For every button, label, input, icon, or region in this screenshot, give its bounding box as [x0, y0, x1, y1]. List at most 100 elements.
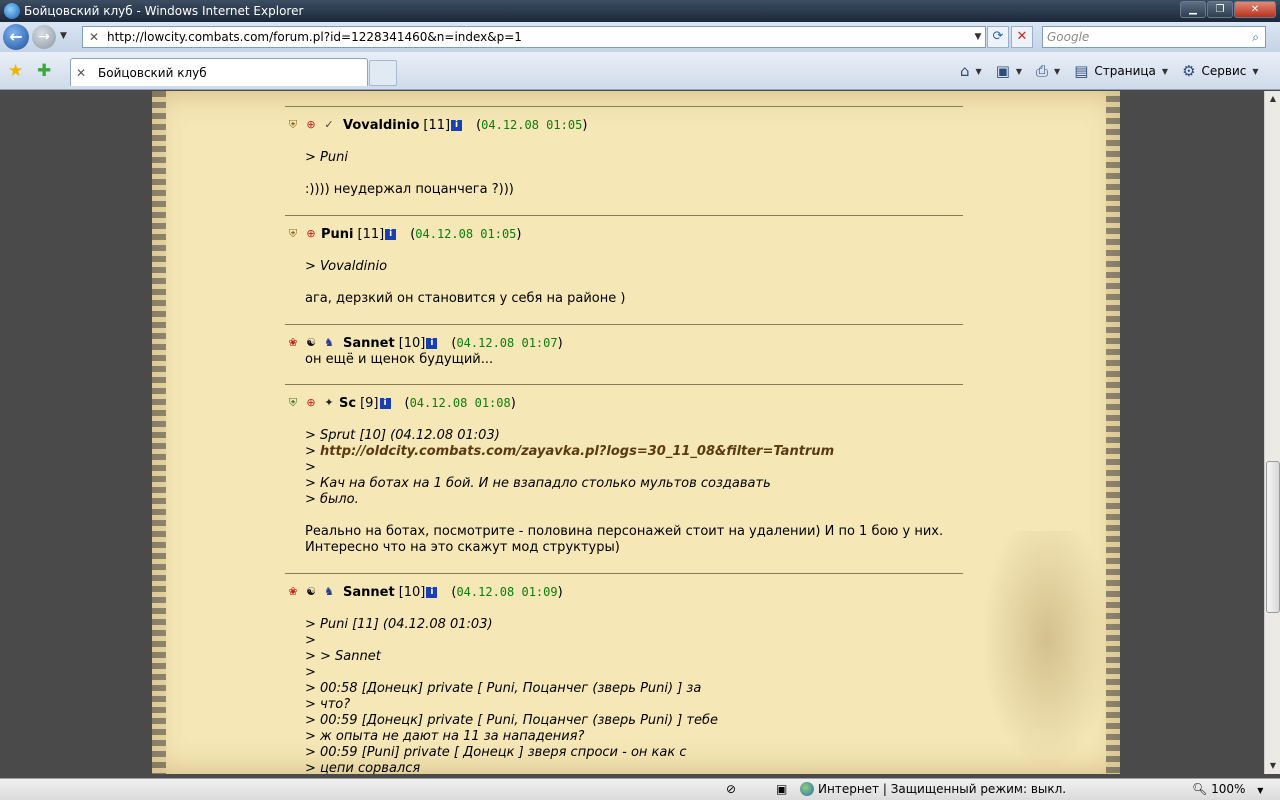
- scroll-thumb[interactable]: [1266, 461, 1280, 613]
- search-input[interactable]: Google ⌕: [1042, 26, 1266, 48]
- rank-icon[interactable]: ✦: [321, 396, 337, 410]
- author-info-icon[interactable]: i: [385, 228, 397, 240]
- post-body: > Puni [11] (04.12.08 01:03) > > > Sanne…: [285, 617, 963, 774]
- gear-icon[interactable]: ⚙: [1182, 62, 1195, 80]
- clan-icon[interactable]: ♞: [321, 336, 337, 350]
- address-dropdown-icon[interactable]: ▼: [971, 32, 985, 42]
- add-favorites-icon[interactable]: ✚: [37, 61, 51, 81]
- author-info-icon[interactable]: i: [426, 337, 438, 349]
- clan-icon[interactable]: ⊕: [303, 118, 319, 132]
- back-button[interactable]: ←: [3, 24, 29, 50]
- page-viewport: ⛨ ⊕ ✓ Vovaldinio [11] i (04.12.08 01:05)…: [0, 91, 1264, 774]
- author-nick[interactable]: Sc: [339, 396, 356, 411]
- post-quote: > Vovaldinio: [305, 259, 388, 274]
- address-bar[interactable]: ✕ http://lowcity.combats.com/forum.pl?id…: [82, 26, 986, 48]
- clan-icon[interactable]: ⊕: [303, 396, 319, 410]
- title-bar: Бойцовский клуб - Windows Internet Explo…: [0, 0, 1280, 22]
- shield-icon: ⛨: [288, 396, 298, 409]
- post-list: ⛨ ⊕ ✓ Vovaldinio [11] i (04.12.08 01:05)…: [285, 91, 963, 774]
- yinyang-icon[interactable]: ☯: [303, 585, 319, 599]
- author-level: [11]: [423, 117, 451, 133]
- author-info-icon[interactable]: i: [426, 586, 438, 598]
- maximize-button[interactable]: ❐: [1207, 1, 1233, 18]
- internet-zone-icon: [800, 782, 814, 796]
- forward-button[interactable]: →: [32, 25, 56, 49]
- post-text: он ещё и щенок будущий...: [305, 352, 494, 367]
- shield-icon: ❀: [288, 336, 298, 349]
- post-date: (04.12.08 01:05): [410, 226, 522, 242]
- post-body: > Puni :)))) неудержал поцанчега ?))): [285, 150, 963, 198]
- post-header: ⛨ ⊕ ✓ Vovaldinio [11] i (04.12.08 01:05): [285, 115, 963, 135]
- scroll-down-arrow-icon[interactable]: ▼: [1265, 758, 1280, 774]
- url-input[interactable]: http://lowcity.combats.com/forum.pl?id=1…: [107, 30, 971, 44]
- author-nick[interactable]: Puni: [321, 227, 354, 242]
- minimize-button[interactable]: ▁: [1180, 1, 1206, 18]
- post-quote: > ж опыта не дают на 11 за нападения?: [305, 729, 585, 744]
- vertical-scrollbar[interactable]: ▲ ▼: [1264, 91, 1280, 774]
- close-button[interactable]: ✕: [1234, 1, 1276, 18]
- home-icon[interactable]: ⌂: [960, 62, 970, 80]
- zoom-dropdown-icon[interactable]: ▼: [1257, 786, 1263, 795]
- zoom-level[interactable]: 🔍︎ 100% ▼: [1192, 782, 1263, 796]
- forum-parchment: ⛨ ⊕ ✓ Vovaldinio [11] i (04.12.08 01:05)…: [152, 91, 1120, 774]
- forum-post: ⛨ ⊕ ✓ Vovaldinio [11] i (04.12.08 01:05)…: [285, 107, 963, 215]
- post-header: ❀ ☯ ♞ Sannet [10] i (04.12.08 01:07): [285, 333, 963, 353]
- page-menu-button[interactable]: Страница: [1094, 64, 1156, 78]
- author-level: [10]: [398, 335, 426, 351]
- home-dropdown-icon[interactable]: ▼: [976, 67, 982, 76]
- print-dropdown-icon[interactable]: ▼: [1054, 67, 1060, 76]
- post-quote: > Puni [11] (04.12.08 01:03): [305, 617, 493, 632]
- post-date: (04.12.08 01:09): [451, 584, 563, 600]
- shield-icon: ❀: [288, 585, 298, 598]
- scroll-up-arrow-icon[interactable]: ▲: [1265, 91, 1280, 107]
- print-icon[interactable]: ⎙: [1036, 62, 1048, 80]
- history-dropdown-icon[interactable]: ▼: [60, 31, 67, 41]
- zoom-value: 100%: [1211, 782, 1246, 796]
- page-icon[interactable]: ▤: [1074, 62, 1088, 80]
- post-quote: > цепи сорвался: [305, 761, 421, 774]
- post-date: (04.12.08 01:07): [451, 335, 563, 351]
- privacy-icon[interactable]: ⊘: [726, 782, 736, 796]
- ie-icon: [4, 3, 20, 19]
- author-info-icon[interactable]: i: [451, 119, 463, 131]
- search-placeholder: Google: [1047, 30, 1090, 44]
- search-icon[interactable]: ⌕: [1252, 27, 1259, 47]
- zoom-icon: 🔍︎: [1192, 782, 1208, 796]
- tools-menu-button[interactable]: Сервис: [1202, 64, 1247, 78]
- rss-feed-icon[interactable]: ▣: [996, 62, 1010, 80]
- post-quote: > Кач на ботах на 1 бой. И не взападло с…: [305, 476, 771, 491]
- tab-title: Бойцовский клуб: [98, 65, 207, 80]
- clan-icon[interactable]: ♞: [321, 585, 337, 599]
- favorites-star-icon[interactable]: ★: [8, 61, 23, 81]
- tools-dropdown-icon[interactable]: ▼: [1252, 67, 1258, 76]
- status-bar: ⊘ ▣ Интернет | Защищенный режим: выкл. 🔍…: [0, 778, 1280, 800]
- popup-blocker-icon[interactable]: ▣: [776, 782, 787, 796]
- post-quote: > Sprut [10] (04.12.08 01:03): [305, 428, 500, 443]
- post-text: ага, дерзкий он становится у себя на рай…: [305, 291, 626, 306]
- post-quote: > было.: [305, 492, 359, 507]
- post-body: он ещё и щенок будущий...: [285, 352, 963, 368]
- author-info-icon[interactable]: i: [379, 397, 391, 409]
- post-quote: > 00:59 [Донецк] private [ Puni, Поцанче…: [305, 713, 718, 728]
- rank-icon[interactable]: ✓: [321, 118, 337, 132]
- tab-active[interactable]: ✕ Бойцовский клуб: [70, 58, 368, 86]
- site-favicon-icon: ✕: [88, 30, 100, 44]
- feed-dropdown-icon[interactable]: ▼: [1016, 67, 1022, 76]
- post-body: > Sprut [10] (04.12.08 01:03) > http://o…: [285, 428, 963, 556]
- author-nick[interactable]: Vovaldinio: [343, 118, 419, 133]
- security-zone[interactable]: Интернет | Защищенный режим: выкл.: [800, 782, 1066, 796]
- stop-button[interactable]: ✕: [1011, 26, 1033, 48]
- refresh-button[interactable]: ⟳: [987, 26, 1009, 48]
- yinyang-icon[interactable]: ☯: [303, 336, 319, 350]
- shield-icon: ⛨: [288, 227, 298, 240]
- quoted-link[interactable]: http://oldcity.combats.com/zayavka.pl?lo…: [320, 444, 834, 459]
- author-nick[interactable]: Sannet: [343, 336, 395, 351]
- new-tab-button[interactable]: [369, 60, 397, 86]
- author-nick[interactable]: Sannet: [343, 585, 395, 600]
- post-quote: >: [305, 633, 316, 648]
- post-header: ❀ ☯ ♞ Sannet [10] i (04.12.08 01:09): [285, 582, 963, 602]
- navigation-bar: ← → ▼ ✕ http://lowcity.combats.com/forum…: [0, 22, 1280, 52]
- zone-text: Интернет | Защищенный режим: выкл.: [818, 782, 1067, 796]
- page-dropdown-icon[interactable]: ▼: [1162, 67, 1168, 76]
- clan-icon[interactable]: ⊕: [303, 227, 319, 241]
